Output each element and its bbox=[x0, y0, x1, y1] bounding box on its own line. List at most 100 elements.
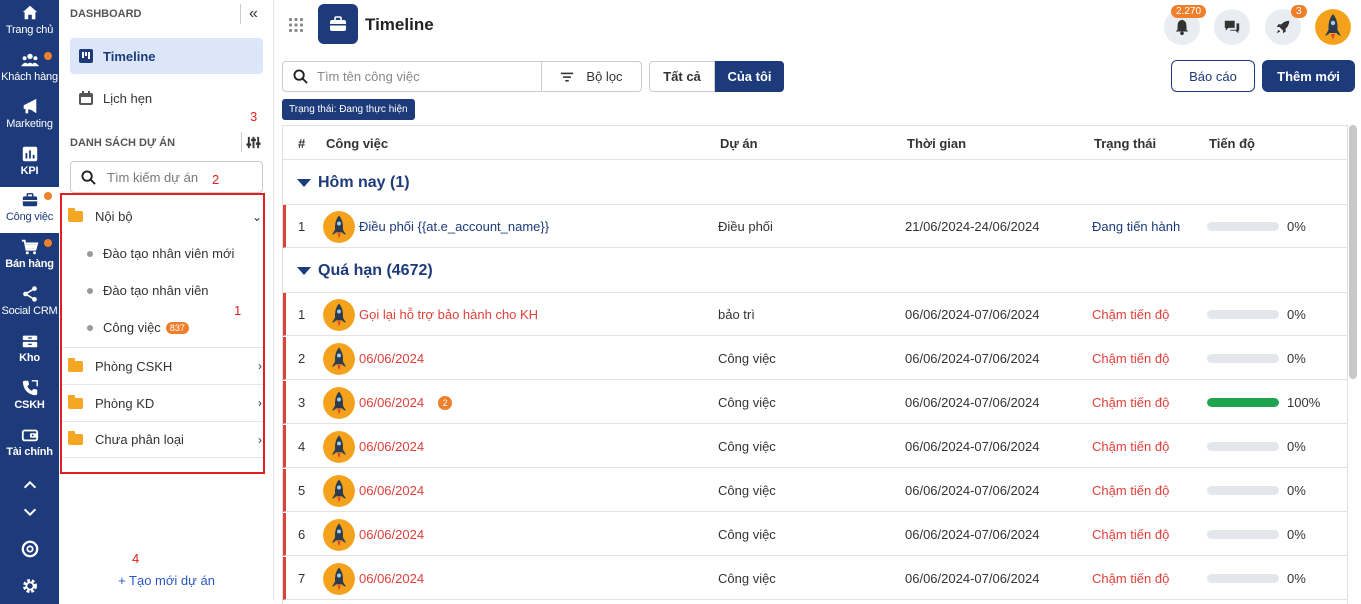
quick-launch-button[interactable]: 3 bbox=[1265, 5, 1307, 45]
notification-count-badge: 2.270 bbox=[1171, 5, 1207, 18]
rail-support[interactable] bbox=[0, 540, 59, 558]
nav-timeline[interactable]: Timeline bbox=[70, 38, 263, 74]
folder-icon bbox=[68, 357, 83, 372]
assignee-avatar bbox=[323, 210, 355, 243]
notifications-button[interactable]: 2.270 bbox=[1164, 5, 1207, 45]
task-cell[interactable]: 06/06/2024 bbox=[323, 469, 424, 512]
tree-item-phong-cskh[interactable]: Phòng CSKH › bbox=[60, 347, 266, 384]
rail-settings[interactable] bbox=[0, 577, 59, 595]
nav-appointments[interactable]: Lịch hẹn bbox=[70, 80, 263, 116]
group-row[interactable]: Quá hạn (4672) bbox=[283, 249, 1347, 293]
task-cell[interactable]: Gọi lại hỗ trợ bảo hành cho KH bbox=[323, 293, 538, 336]
task-cell[interactable]: 06/06/2024 bbox=[323, 425, 424, 468]
tree-child-item[interactable]: Đào tạo nhân viên mới bbox=[87, 235, 234, 272]
rail-scroll-down[interactable] bbox=[0, 503, 59, 521]
briefcase-icon bbox=[330, 16, 346, 31]
row-number: 1 bbox=[298, 307, 306, 322]
tree-child-item[interactable]: Công việc 837 bbox=[87, 309, 189, 346]
table-row[interactable]: 5 06/06/2024 Công việc 06/06/2024-07/06/202… bbox=[283, 469, 1347, 512]
notification-dot bbox=[44, 239, 52, 247]
collapse-panel-button[interactable]: « bbox=[240, 4, 266, 24]
table-row[interactable]: 1 Điều phối {{at.e_account_name}} Điều phố… bbox=[283, 205, 1347, 248]
column-header: Thời gian bbox=[907, 135, 967, 151]
bullet-icon bbox=[87, 287, 93, 294]
task-cell[interactable]: 06/06/2024 bbox=[323, 337, 424, 380]
tab-all[interactable]: Tất cả bbox=[649, 61, 715, 92]
assignee-avatar bbox=[323, 298, 355, 331]
task-name: 06/06/2024 bbox=[359, 439, 425, 454]
annotation-1: 1 bbox=[234, 303, 242, 318]
new-project-link[interactable]: + Tạo mới dự án bbox=[59, 573, 274, 588]
apps-grid-icon[interactable] bbox=[288, 17, 304, 33]
finance-icon bbox=[21, 429, 38, 442]
assignee-avatar bbox=[323, 386, 355, 419]
add-new-button[interactable]: Thêm mới bbox=[1262, 60, 1355, 92]
rail-scroll-up[interactable] bbox=[0, 476, 59, 494]
project-cell: bảo trì bbox=[718, 307, 755, 322]
progress-bar bbox=[1207, 486, 1279, 495]
rail-item-tasks[interactable]: Công việc bbox=[0, 187, 59, 233]
table-row[interactable]: 7 06/06/2024 Công việc 06/06/2024-07/06/202… bbox=[283, 557, 1347, 600]
progress-bar-fill bbox=[1207, 398, 1279, 407]
table-row[interactable]: 2 06/06/2024 Công việc 06/06/2024-07/06/202… bbox=[283, 337, 1347, 380]
group-row[interactable]: Hôm nay (1) bbox=[283, 161, 1347, 205]
task-cell[interactable]: 06/06/2024 bbox=[323, 557, 424, 600]
project-cell: Công việc bbox=[718, 395, 776, 410]
tree-child-label: Đào tạo nhân viên bbox=[103, 283, 209, 298]
task-name: 06/06/2024 bbox=[359, 527, 425, 542]
bullet-icon bbox=[87, 250, 93, 257]
progress-cell: 0% bbox=[1207, 469, 1306, 512]
rail-item-sales[interactable]: Bán hàng bbox=[0, 234, 59, 280]
progress-cell: 0% bbox=[1207, 425, 1306, 468]
tree-item-noi-bo[interactable]: Nội bộ ⌄ bbox=[60, 198, 266, 235]
messages-button[interactable] bbox=[1214, 9, 1250, 45]
tab-mine[interactable]: Của tôi bbox=[715, 61, 784, 92]
table-row[interactable]: 6 06/06/2024 Công việc 06/06/2024-07/06/202… bbox=[283, 513, 1347, 556]
project-settings-button[interactable] bbox=[241, 132, 265, 152]
task-cell[interactable]: 06/06/2024 bbox=[323, 513, 424, 556]
home-icon bbox=[22, 5, 37, 20]
status-filter-chip[interactable]: Trạng thái: Đang thực hiện bbox=[282, 99, 415, 120]
gear-icon bbox=[22, 579, 37, 593]
user-avatar[interactable] bbox=[1315, 9, 1351, 45]
task-cell[interactable]: 06/06/2024 2 bbox=[323, 381, 453, 424]
column-header: Trạng thái bbox=[1094, 135, 1157, 151]
nav-label: Lịch hẹn bbox=[103, 90, 153, 106]
row-number: 6 bbox=[298, 527, 306, 542]
rail-item-finance[interactable]: Tài chính bbox=[0, 422, 59, 468]
rail-item-social-crm[interactable]: Social CRM bbox=[0, 281, 59, 327]
table-scrollbar[interactable] bbox=[1349, 125, 1357, 379]
progress-label: 0% bbox=[1287, 351, 1306, 366]
progress-cell: 100% bbox=[1207, 381, 1320, 424]
search-icon bbox=[81, 169, 96, 185]
status-cell: Đang tiến hành bbox=[1092, 219, 1181, 234]
task-name: Gọi lại hỗ trợ bảo hành cho KH bbox=[359, 307, 539, 322]
report-button[interactable]: Báo cáo bbox=[1171, 60, 1255, 92]
row-number: 1 bbox=[298, 219, 306, 234]
table-row[interactable]: 4 06/06/2024 Công việc 06/06/2024-07/06/202… bbox=[283, 425, 1347, 468]
tree-item-phong-kd[interactable]: Phòng KD › bbox=[60, 384, 266, 421]
tree-item-chua-phan-loai[interactable]: Chưa phân loại › bbox=[60, 421, 266, 458]
progress-label: 0% bbox=[1287, 307, 1306, 322]
rail-item-warehouse[interactable]: Kho bbox=[0, 328, 59, 374]
row-number: 5 bbox=[298, 483, 306, 498]
rail-label: KPI bbox=[20, 165, 39, 177]
table-row[interactable]: 1 Gọi lại hỗ trợ bảo hành cho KH bảo trì 06… bbox=[283, 293, 1347, 336]
rail-item-cskh[interactable]: CSKH bbox=[0, 375, 59, 421]
progress-label: 0% bbox=[1287, 571, 1306, 586]
project-search-input[interactable]: Tìm kiếm dự án bbox=[70, 161, 263, 193]
annotation-2: 2 bbox=[212, 172, 220, 187]
table-row[interactable]: 3 06/06/2024 2 Công việc 06/06/2024-07/06/20… bbox=[283, 381, 1347, 424]
task-search-input[interactable]: Tìm tên công việc bbox=[282, 61, 542, 92]
count-badge: 837 bbox=[165, 321, 189, 334]
task-cell[interactable]: Điều phối {{at.e_account_name}} bbox=[323, 205, 549, 248]
tree-child-item[interactable]: Đào tạo nhân viên bbox=[87, 272, 209, 309]
project-cell: Công việc bbox=[718, 571, 776, 586]
double-chevron-left-icon: « bbox=[249, 5, 258, 22]
tree-label: Phòng KD bbox=[95, 395, 155, 411]
rail-item-marketing[interactable]: Marketing bbox=[0, 94, 59, 140]
filter-button[interactable]: Bộ lọc bbox=[541, 61, 642, 92]
rail-item-kpi[interactable]: KPI bbox=[0, 141, 59, 187]
rail-item-customers[interactable]: Khách hàng bbox=[0, 47, 59, 93]
rail-item-home[interactable]: Trang chủ bbox=[0, 0, 59, 46]
